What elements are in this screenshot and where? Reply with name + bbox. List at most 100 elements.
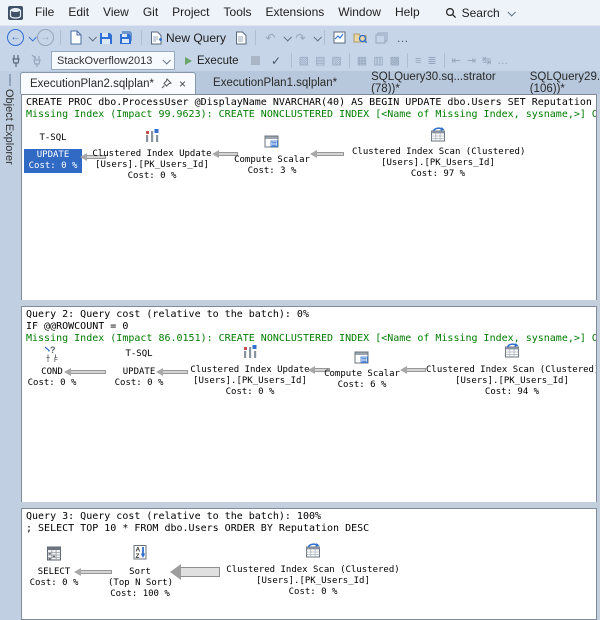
new-query-icon (150, 31, 162, 45)
tab-sqlquery30[interactable]: SQLQuery30.sq...strator (78))* (354, 71, 513, 94)
menu-project[interactable]: Project (165, 0, 216, 25)
connect-plug-icon (10, 54, 22, 68)
menu-window[interactable]: Window (331, 0, 388, 25)
close-icon[interactable]: × (179, 78, 186, 90)
navigate-back-button[interactable]: ← (5, 28, 26, 48)
menu-extensions[interactable]: Extensions (259, 0, 332, 25)
cond-icon: ? T F (43, 345, 61, 363)
node-type-label: T-SQL (110, 349, 168, 360)
menu-edit[interactable]: Edit (61, 0, 96, 25)
live-query-statistics-icon[interactable]: ▥ (370, 54, 386, 67)
side-strip: Object Explorer (0, 71, 20, 620)
tab-executionplan1[interactable]: ExecutionPlan1.sqlplan* (196, 71, 354, 94)
ssms-window: File Edit View Git Project Tools Extensi… (0, 0, 600, 620)
uncomment-icon[interactable]: ⇥ (464, 54, 479, 67)
query1-plan-pane: CREATE PROC dbo.ProcessUser @DisplayName… (21, 94, 597, 302)
tab-label: ExecutionPlan2.sqlplan* (30, 78, 154, 90)
results-to-text-icon[interactable]: ≡ (412, 55, 424, 67)
folder-search-icon (353, 31, 368, 44)
object-explorer-tab[interactable]: Object Explorer (3, 89, 15, 165)
execute-label: Execute (197, 55, 239, 67)
document-tab-bar: ExecutionPlan2.sqlplan* × ExecutionPlan1… (20, 71, 600, 94)
query-options-icon[interactable]: ▤ (312, 54, 328, 67)
intellisense-icon[interactable]: ▨ (328, 54, 344, 67)
plan-node-compute-scalar[interactable]: Compute Scalar Cost: 3 % (232, 95, 312, 301)
side-strip-grip (9, 74, 11, 86)
svg-text:F: F (54, 357, 58, 363)
chevron-down-icon[interactable] (313, 33, 321, 41)
compute-scalar-icon (353, 349, 371, 367)
select-result-icon (46, 545, 63, 562)
disconnect-plug-icon (31, 54, 43, 68)
connect-button[interactable] (5, 51, 26, 71)
menu-tools[interactable]: Tools (217, 0, 259, 25)
standard-toolbar: ← → (0, 25, 600, 49)
menu-help[interactable]: Help (388, 0, 427, 25)
svg-text:T: T (46, 357, 50, 363)
menu-bar: File Edit View Git Project Tools Extensi… (0, 0, 600, 25)
parse-button[interactable]: ✓ (266, 51, 287, 71)
new-file-icon (69, 30, 82, 45)
plan-node-update[interactable]: T-SQL UPDATE Cost: 0 % (110, 307, 168, 503)
indent-icon[interactable]: ↹ (479, 54, 494, 67)
play-icon (185, 57, 192, 65)
plan-node-update[interactable]: T-SQL UPDATE Cost: 0 % (24, 95, 82, 301)
plan-arrow (316, 152, 344, 156)
svg-text:Z: Z (136, 553, 140, 560)
new-notebook-button[interactable] (230, 28, 251, 48)
toolbar-overflow-button[interactable]: … (392, 28, 413, 48)
query2-plan-pane: Query 2: Query cost (relative to the bat… (21, 306, 597, 504)
clustered-index-scan-icon (304, 541, 323, 560)
disconnect-button[interactable] (26, 51, 47, 71)
menu-git[interactable]: Git (136, 0, 165, 25)
plan-node-clustered-index-scan[interactable]: Clustered Index Scan (Clustered) [Users]… (426, 307, 597, 503)
ssms-logo-icon (7, 5, 24, 21)
stop-button[interactable] (245, 51, 266, 71)
redo-button[interactable]: ↷ (290, 28, 311, 48)
window-layout-button[interactable] (371, 28, 392, 48)
menu-file[interactable]: File (28, 0, 61, 25)
plan-node-clustered-index-update[interactable]: Clustered Index Update [Users].[PK_Users… (190, 307, 310, 503)
notebook-icon (235, 31, 247, 45)
plan-node-clustered-index-update[interactable]: Clustered Index Update [Users].[PK_Users… (92, 95, 212, 301)
find-in-files-button[interactable] (350, 28, 371, 48)
compute-scalar-icon (263, 133, 281, 151)
database-selector-value: StackOverflow2013 (57, 55, 152, 67)
toolbar-separator (407, 53, 408, 68)
menu-view[interactable]: View (96, 0, 136, 25)
new-file-button[interactable] (65, 28, 86, 48)
tab-sqlquery29[interactable]: SQLQuery29.s...trator (106))* (513, 71, 600, 94)
plan-arrow (406, 368, 426, 372)
pin-icon[interactable] (161, 78, 172, 89)
svg-text:?: ? (50, 345, 56, 355)
navigate-forward-button[interactable]: → (35, 28, 56, 48)
new-query-button[interactable]: New Query (146, 28, 230, 48)
plan-node-select[interactable]: SELECT Cost: 0 % (24, 509, 84, 619)
plan-node-compute-scalar[interactable]: Compute Scalar Cost: 6 % (322, 307, 402, 503)
database-selector[interactable]: StackOverflow2013 (51, 51, 175, 70)
save-all-button[interactable] (116, 28, 137, 48)
tab-executionplan2[interactable]: ExecutionPlan2.sqlplan* × (20, 72, 196, 94)
query-toolbar-overflow-button[interactable]: … (494, 55, 511, 67)
client-statistics-icon[interactable]: ▩ (387, 54, 403, 67)
save-all-icon (119, 30, 134, 45)
results-to-grid-icon[interactable]: ≣ (424, 54, 439, 67)
sort-icon: A Z (132, 543, 149, 561)
comment-icon[interactable]: ⇤ (449, 54, 464, 67)
execution-plan-area: CREATE PROC dbo.ProcessUser @DisplayName… (20, 94, 600, 620)
selected-node-box[interactable]: UPDATE Cost: 0 % (24, 149, 82, 173)
stop-icon (251, 56, 260, 65)
include-actual-plan-icon[interactable]: ▦ (354, 54, 370, 67)
plan-node-sort[interactable]: A Z Sort (Top N Sort) Cost: 100 % (108, 509, 172, 619)
clustered-index-scan-icon (503, 341, 522, 360)
plan-node-clustered-index-scan[interactable]: Clustered Index Scan (Clustered) [Users]… (352, 95, 524, 301)
plan-node-cond[interactable]: ? T F COND Cost: 0 % (24, 307, 80, 503)
display-estimated-plan-icon[interactable]: ▧ (296, 54, 312, 67)
save-button[interactable] (95, 28, 116, 48)
execute-button[interactable]: Execute (179, 55, 245, 67)
save-icon (99, 31, 113, 45)
undo-button[interactable]: ↶ (260, 28, 281, 48)
search-button[interactable]: Search (445, 6, 514, 20)
activity-monitor-button[interactable] (329, 28, 350, 48)
plan-node-clustered-index-scan[interactable]: Clustered Index Scan (Clustered) [Users]… (226, 509, 400, 619)
